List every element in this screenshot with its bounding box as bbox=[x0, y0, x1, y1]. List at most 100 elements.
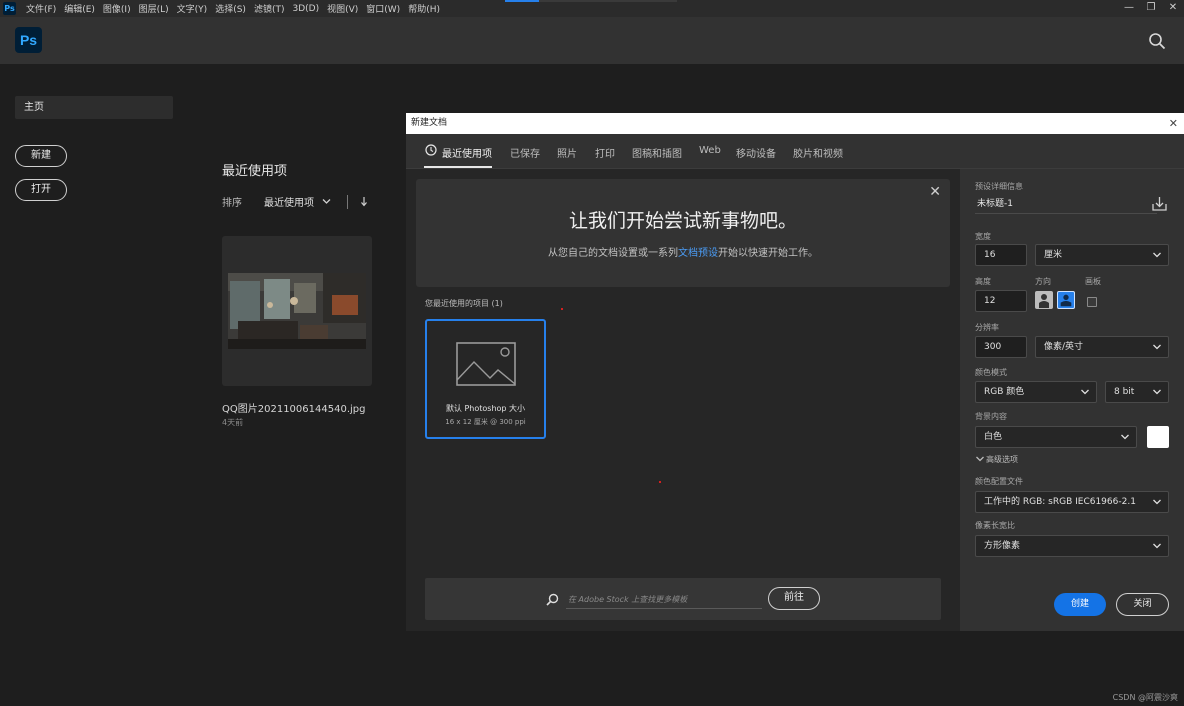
file-thumbnail bbox=[228, 273, 366, 349]
chevron-down-icon bbox=[1081, 389, 1089, 395]
new-button[interactable]: 新建 bbox=[15, 145, 67, 167]
preset-size: 16 x 12 厘米 @ 300 ppi bbox=[445, 418, 526, 426]
banner-subtitle-text-1: 从您自己的文档设置或一系列 bbox=[548, 248, 678, 259]
color-profile-value: 工作中的 RGB: sRGB IEC61966-2.1 bbox=[984, 497, 1136, 507]
document-tab-strip bbox=[505, 0, 677, 2]
go-button[interactable]: 前往 bbox=[768, 587, 820, 610]
app-header: Ps bbox=[0, 17, 1184, 64]
banner-close-icon[interactable]: ✕ bbox=[929, 184, 941, 200]
tab-saved[interactable]: 已保存 bbox=[510, 145, 540, 160]
chevron-down-icon bbox=[976, 456, 984, 462]
pixel-aspect-select[interactable]: 方形像素 bbox=[975, 535, 1169, 557]
menu-type[interactable]: 文字(Y) bbox=[173, 2, 212, 15]
dialog-close-icon[interactable]: ✕ bbox=[1169, 113, 1178, 134]
open-button[interactable]: 打开 bbox=[15, 179, 67, 201]
menu-bar: Ps 文件(F) 编辑(E) 图像(I) 图层(L) 文字(Y) 选择(S) 滤… bbox=[0, 0, 1184, 17]
resolution-input[interactable]: 300 bbox=[975, 336, 1027, 358]
menu-select[interactable]: 选择(S) bbox=[211, 2, 250, 15]
height-input[interactable]: 12 bbox=[975, 290, 1027, 312]
clock-icon bbox=[425, 144, 437, 156]
create-button[interactable]: 创建 bbox=[1054, 593, 1106, 616]
color-profile-label: 颜色配置文件 bbox=[975, 477, 1023, 486]
landscape-orientation-icon[interactable] bbox=[1057, 291, 1075, 309]
artboard-label: 画板 bbox=[1085, 277, 1101, 286]
resolution-label: 分辨率 bbox=[975, 323, 999, 332]
chevron-down-icon[interactable] bbox=[322, 198, 331, 205]
close-button[interactable]: 关闭 bbox=[1116, 593, 1169, 616]
menu-help[interactable]: 帮助(H) bbox=[404, 2, 444, 15]
chevron-down-icon bbox=[1153, 499, 1161, 505]
tab-print[interactable]: 打印 bbox=[595, 145, 615, 160]
menu-image[interactable]: 图像(I) bbox=[99, 2, 135, 15]
recent-file-card[interactable] bbox=[222, 236, 372, 386]
window-close-icon[interactable]: ✕ bbox=[1162, 0, 1184, 17]
red-dot-marker bbox=[659, 481, 661, 483]
welcome-banner: ✕ 让我们开始尝试新事物吧。 从您自己的文档设置或一系列文档预设开始以快速开始工… bbox=[416, 179, 950, 287]
photoshop-logo: Ps bbox=[15, 27, 42, 53]
tab-mobile[interactable]: 移动设备 bbox=[736, 145, 776, 160]
color-mode-select[interactable]: RGB 颜色 bbox=[975, 381, 1097, 403]
width-input[interactable]: 16 bbox=[975, 244, 1027, 266]
menu-window[interactable]: 窗口(W) bbox=[362, 2, 404, 15]
background-value: 白色 bbox=[984, 432, 1003, 442]
menu-layer[interactable]: 图层(L) bbox=[135, 2, 173, 15]
dialog-title-bar: 新建文档 ✕ bbox=[406, 113, 1184, 134]
minimize-icon[interactable]: — bbox=[1118, 0, 1140, 17]
banner-subtitle: 从您自己的文档设置或一系列文档预设开始以快速开始工作。 bbox=[416, 244, 950, 259]
menu-file[interactable]: 文件(F) bbox=[22, 2, 60, 15]
active-tab-underline bbox=[424, 166, 492, 168]
chevron-down-icon bbox=[1153, 389, 1161, 395]
color-profile-select[interactable]: 工作中的 RGB: sRGB IEC61966-2.1 bbox=[975, 491, 1169, 513]
advanced-options-toggle[interactable]: 高级选项 bbox=[976, 454, 1018, 465]
preset-card-default[interactable]: 默认 Photoshop 大小 16 x 12 厘米 @ 300 ppi bbox=[425, 319, 546, 439]
preset-tabs: 最近使用项 已保存 照片 打印 图稿和插图 Web 移动设备 胶片和视频 bbox=[406, 134, 1184, 169]
search-icon[interactable] bbox=[1148, 32, 1166, 50]
background-select[interactable]: 白色 bbox=[975, 426, 1137, 448]
active-tab-indicator bbox=[505, 0, 539, 2]
banner-subtitle-text-2: 开始以快速开始工作。 bbox=[718, 248, 818, 259]
divider bbox=[347, 194, 348, 209]
photoshop-app-icon: Ps bbox=[3, 2, 16, 15]
search-icon bbox=[546, 593, 559, 606]
save-preset-icon[interactable] bbox=[1152, 196, 1167, 211]
stock-search-input[interactable] bbox=[566, 590, 762, 609]
background-color-swatch[interactable] bbox=[1147, 426, 1169, 448]
height-label: 高度 bbox=[975, 277, 991, 286]
bit-depth-select[interactable]: 8 bit bbox=[1105, 381, 1169, 403]
menu-view[interactable]: 视图(V) bbox=[323, 2, 362, 15]
adobe-stock-search-bar: 前往 bbox=[425, 578, 941, 620]
background-label: 背景内容 bbox=[975, 412, 1007, 421]
banner-title: 让我们开始尝试新事物吧。 bbox=[568, 210, 797, 232]
dialog-title: 新建文档 bbox=[411, 118, 448, 128]
tab-film-video[interactable]: 胶片和视频 bbox=[793, 145, 843, 160]
document-name-field[interactable]: 未标题-1 bbox=[975, 196, 1157, 214]
width-unit-value: 厘米 bbox=[1044, 250, 1063, 260]
sort-dropdown[interactable]: 最近使用项 bbox=[264, 194, 314, 209]
sort-direction-icon[interactable] bbox=[360, 196, 368, 207]
tab-photo[interactable]: 照片 bbox=[557, 145, 577, 160]
pixel-aspect-value: 方形像素 bbox=[984, 541, 1021, 551]
tab-recent[interactable]: 最近使用项 bbox=[442, 145, 492, 160]
artboard-checkbox[interactable] bbox=[1087, 297, 1097, 307]
chevron-down-icon bbox=[1153, 252, 1161, 258]
sort-row: 排序 最近使用项 bbox=[222, 194, 368, 209]
menu-3d[interactable]: 3D(D) bbox=[288, 4, 323, 14]
recent-items-label: 您最近使用的项目 (1) bbox=[425, 299, 503, 308]
orientation-label: 方向 bbox=[1035, 277, 1051, 286]
resolution-unit-select[interactable]: 像素/英寸 bbox=[1035, 336, 1169, 358]
preset-name: 默认 Photoshop 大小 bbox=[445, 404, 526, 413]
sidebar-item-home[interactable]: 主页 bbox=[15, 96, 173, 119]
window-controls: — ❐ ✕ bbox=[1118, 0, 1184, 17]
tab-art-illustration[interactable]: 图稿和插图 bbox=[632, 145, 682, 160]
color-mode-label: 颜色模式 bbox=[975, 368, 1007, 377]
menu-edit[interactable]: 编辑(E) bbox=[60, 2, 99, 15]
width-unit-select[interactable]: 厘米 bbox=[1035, 244, 1169, 266]
document-presets-link[interactable]: 文档预设 bbox=[678, 248, 718, 259]
menu-filter[interactable]: 滤镜(T) bbox=[250, 2, 289, 15]
tab-web[interactable]: Web bbox=[699, 145, 721, 156]
recent-file-name[interactable]: QQ图片20211006144540.jpg bbox=[222, 400, 365, 415]
recent-file-time: 4天前 bbox=[222, 418, 244, 427]
recent-title: 最近使用项 bbox=[222, 164, 288, 179]
portrait-orientation-icon[interactable] bbox=[1035, 291, 1053, 309]
restore-icon[interactable]: ❐ bbox=[1140, 0, 1162, 17]
